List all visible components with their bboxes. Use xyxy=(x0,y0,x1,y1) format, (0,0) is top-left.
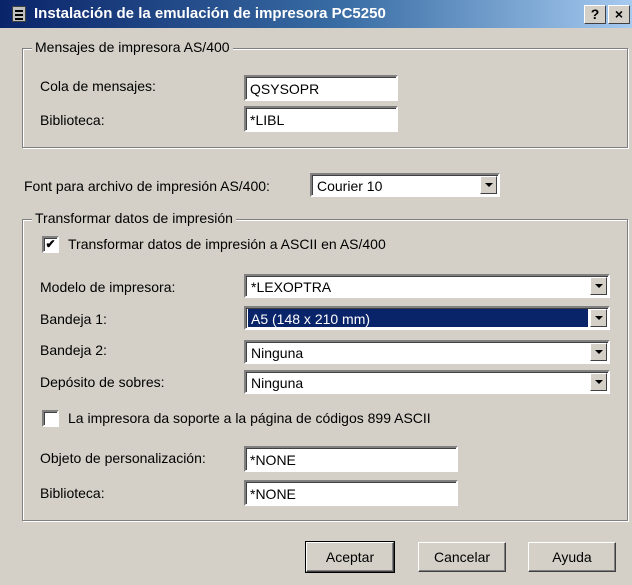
codepage-checkbox[interactable] xyxy=(42,410,59,427)
tray1-label: Bandeja 1: xyxy=(40,311,107,327)
transform-ascii-checkbox[interactable]: ✔ xyxy=(42,236,59,253)
chevron-down-icon[interactable] xyxy=(590,343,607,361)
printer-model-label: Modelo de impresora: xyxy=(40,279,176,295)
message-library-input[interactable]: *LIBL xyxy=(244,106,398,132)
custom-object-label: Objeto de personalización: xyxy=(40,450,206,466)
printer-model-value: *LEXOPTRA xyxy=(251,279,332,295)
envelope-select[interactable]: Ninguna xyxy=(244,370,610,394)
chevron-down-icon[interactable] xyxy=(590,277,607,295)
custom-object-input[interactable]: *NONE xyxy=(244,446,458,472)
tray2-label: Bandeja 2: xyxy=(40,342,107,358)
printer-app-icon xyxy=(12,6,26,22)
cancel-button[interactable]: Cancelar xyxy=(418,542,506,572)
tray1-select[interactable]: A5 (148 x 210 mm) xyxy=(244,306,610,330)
transform-ascii-label[interactable]: Transformar datos de impresión a ASCII e… xyxy=(68,236,386,252)
font-label: Font para archivo de impresión AS/400: xyxy=(24,178,270,194)
custom-library-label: Biblioteca: xyxy=(40,485,105,501)
message-queue-input[interactable]: QSYSOPR xyxy=(244,75,398,101)
codepage-label[interactable]: La impresora da soporte a la página de c… xyxy=(68,410,431,426)
help-button[interactable]: Ayuda xyxy=(528,542,616,572)
transform-group-legend: Transformar datos de impresión xyxy=(32,210,236,226)
printer-emulation-dialog: Instalación de la emulación de impresora… xyxy=(0,0,632,585)
ok-button[interactable]: Aceptar xyxy=(305,541,395,573)
window-title: Instalación de la emulación de impresora… xyxy=(34,5,386,22)
tray2-select[interactable]: Ninguna xyxy=(244,340,610,364)
printer-model-select[interactable]: *LEXOPTRA xyxy=(244,274,610,298)
message-queue-label: Cola de mensajes: xyxy=(40,78,156,94)
chevron-down-icon[interactable] xyxy=(590,373,607,391)
messages-group-legend: Mensajes de impresora AS/400 xyxy=(32,39,233,55)
tray2-value: Ninguna xyxy=(251,345,304,361)
help-icon[interactable]: ? xyxy=(584,5,606,24)
close-icon[interactable]: × xyxy=(608,5,630,24)
message-library-label: Biblioteca: xyxy=(40,112,105,128)
chevron-down-icon[interactable] xyxy=(480,176,497,194)
chevron-down-icon[interactable] xyxy=(590,309,607,327)
tray1-value: A5 (148 x 210 mm) xyxy=(248,309,588,327)
envelope-value: Ninguna xyxy=(251,375,304,391)
envelope-label: Depósito de sobres: xyxy=(40,374,165,390)
font-select-value: Courier 10 xyxy=(317,178,383,194)
custom-library-input[interactable]: *NONE xyxy=(244,480,458,506)
title-bar[interactable]: Instalación de la emulación de impresora… xyxy=(0,0,632,28)
font-select[interactable]: Courier 10 xyxy=(310,173,500,197)
